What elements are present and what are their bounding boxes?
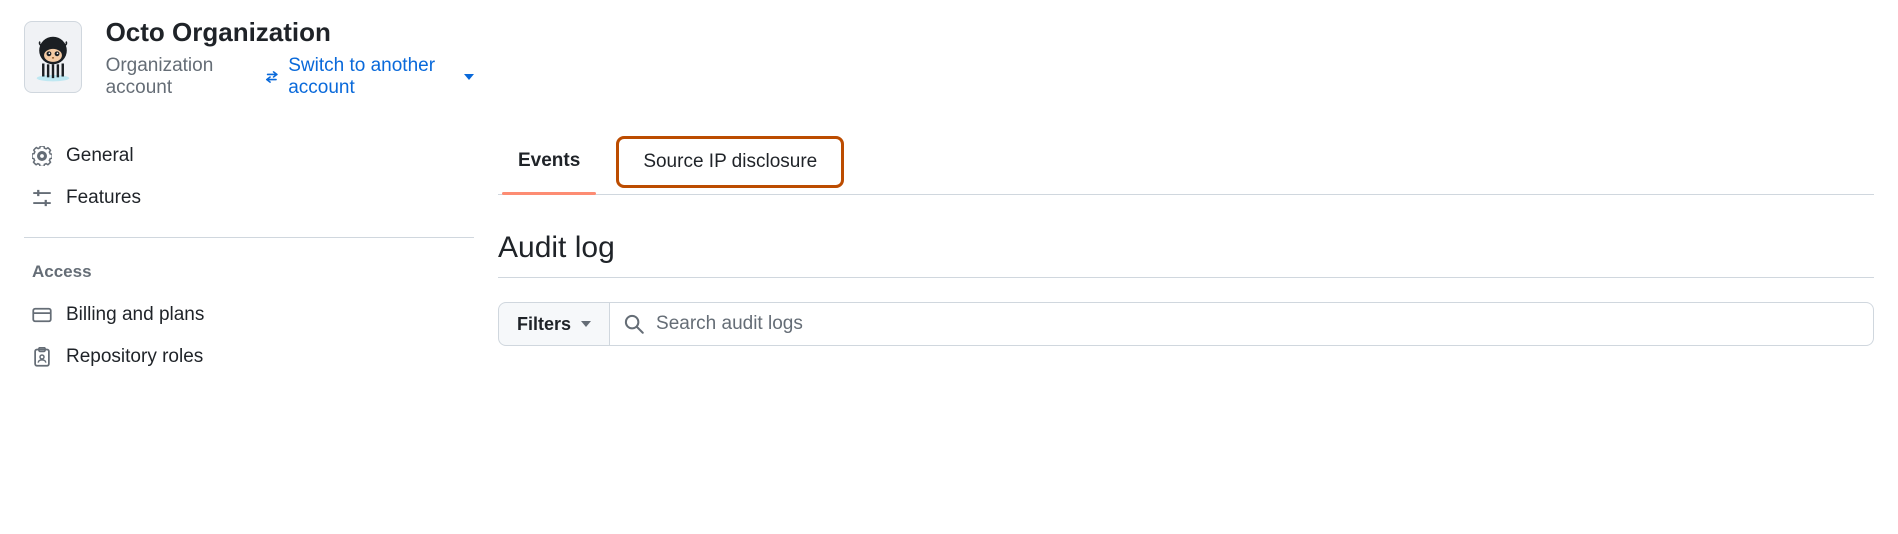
clipboard-person-icon — [32, 347, 52, 367]
switch-account-label: Switch to another account — [288, 55, 454, 99]
sidebar-item-label: Repository roles — [66, 346, 203, 368]
sidebar-item-billing[interactable]: Billing and plans — [24, 294, 474, 336]
sidebar-item-features[interactable]: Features — [24, 177, 474, 219]
sidebar-item-label: General — [66, 145, 134, 167]
sidebar-nav-primary: General Features — [24, 135, 474, 219]
sidebar-item-label: Billing and plans — [66, 304, 204, 326]
avatar[interactable] — [24, 21, 82, 93]
caret-down-icon — [464, 74, 474, 80]
main-content: Events Source IP disclosure Audit log Fi… — [498, 16, 1874, 378]
sidebar-item-repo-roles[interactable]: Repository roles — [24, 336, 474, 378]
sliders-icon — [32, 188, 52, 208]
sidebar-section-heading: Access — [24, 256, 474, 294]
tab-label: Events — [518, 150, 580, 171]
tab-bar: Events Source IP disclosure — [498, 136, 1874, 195]
search-icon — [624, 314, 644, 334]
credit-card-icon — [32, 305, 52, 325]
tab-source-ip-disclosure[interactable]: Source IP disclosure — [616, 136, 844, 188]
org-header: Octo Organization Organization account S… — [24, 16, 474, 99]
org-subtitle: Organization account — [106, 55, 247, 99]
search-row: Filters — [498, 302, 1874, 346]
page-title: Audit log — [498, 231, 1874, 278]
search-wrap[interactable] — [610, 302, 1874, 346]
search-input[interactable] — [656, 303, 1859, 345]
arrow-switch-icon — [265, 68, 279, 86]
switch-account-link[interactable]: Switch to another account — [265, 55, 474, 99]
filters-label: Filters — [517, 314, 571, 335]
sidebar: Octo Organization Organization account S… — [24, 16, 474, 378]
tab-label: Source IP disclosure — [643, 151, 817, 172]
tab-events[interactable]: Events — [498, 136, 600, 194]
org-title: Octo Organization — [106, 16, 474, 49]
gear-icon — [32, 146, 52, 166]
sidebar-nav-access: Billing and plans Repository roles — [24, 294, 474, 378]
sidebar-item-label: Features — [66, 187, 141, 209]
sidebar-item-general[interactable]: General — [24, 135, 474, 177]
filters-button[interactable]: Filters — [498, 302, 610, 346]
sidebar-divider — [24, 237, 474, 238]
octocat-icon — [27, 31, 79, 83]
org-subtitle-row: Organization account Switch to another a… — [106, 55, 474, 99]
caret-down-icon — [581, 321, 591, 327]
